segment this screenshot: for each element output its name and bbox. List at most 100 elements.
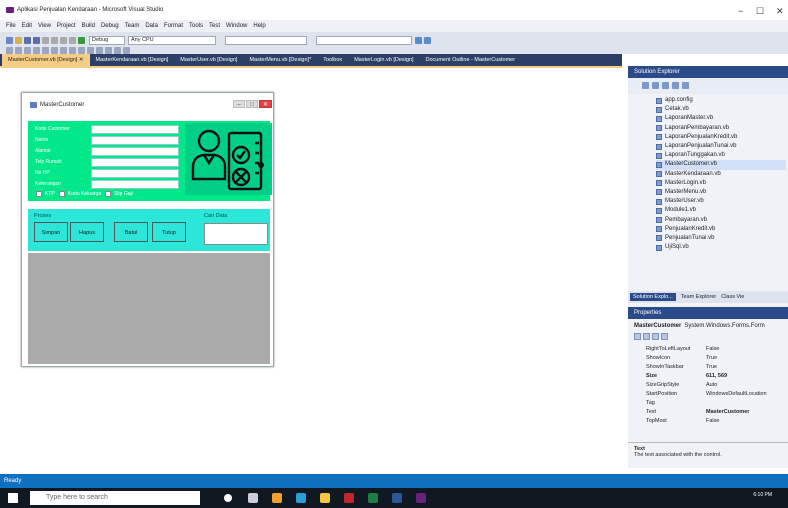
firefox-icon[interactable]: [272, 493, 282, 503]
tree-item[interactable]: LaporanMaster.vb: [656, 114, 786, 123]
visual-studio-icon[interactable]: [416, 493, 426, 503]
alphabetical-icon[interactable]: [643, 333, 650, 340]
tree-item[interactable]: LaporanPembayaran.vb: [656, 124, 786, 133]
tree-item[interactable]: UjiSql.vb: [656, 243, 786, 252]
property-row[interactable]: Text MasterCustomer: [646, 409, 786, 418]
menu-project[interactable]: Project: [57, 23, 76, 29]
tab-solution-explorer[interactable]: Solution Explo...: [630, 293, 676, 301]
kode-customer-input[interactable]: [91, 125, 179, 134]
tree-item[interactable]: app.config: [656, 96, 786, 105]
tab-document-outline[interactable]: Document Outline - MasterCustomer: [420, 54, 522, 66]
undo-icon[interactable]: [60, 36, 67, 44]
align-top-icon[interactable]: [33, 46, 40, 54]
tree-item[interactable]: MasterUser.vb: [656, 197, 786, 206]
tab-order-icon[interactable]: [123, 46, 130, 54]
no-hp-input[interactable]: [91, 169, 179, 178]
tab-toolbox[interactable]: Toolbox: [317, 54, 348, 66]
form-close-button[interactable]: ✕: [259, 100, 272, 108]
task-view-icon[interactable]: [248, 493, 258, 503]
tree-item-selected[interactable]: MasterCustomer.vb: [656, 160, 786, 170]
center-vertical-icon[interactable]: [96, 46, 103, 54]
tab-masterlogin[interactable]: MasterLogin.vb [Design]: [348, 54, 419, 66]
align-middle-icon[interactable]: [42, 46, 49, 54]
open-icon[interactable]: [15, 36, 22, 44]
menu-edit[interactable]: Edit: [22, 23, 32, 29]
keterangan-input[interactable]: [91, 180, 179, 189]
file-explorer-icon[interactable]: [320, 493, 330, 503]
tree-item[interactable]: LaporanPenjualanTunai.vb: [656, 142, 786, 151]
close-button[interactable]: ✕: [776, 6, 784, 17]
tab-class-view[interactable]: Class Vie: [721, 294, 744, 300]
nama-input[interactable]: [91, 136, 179, 145]
events-icon[interactable]: [661, 333, 668, 340]
collapse-icon[interactable]: [672, 82, 679, 89]
start-icon[interactable]: [78, 36, 85, 44]
menu-team[interactable]: Team: [125, 23, 140, 29]
tree-item[interactable]: LaporanTunggakan.vb: [656, 151, 786, 160]
property-row[interactable]: ShowIcon True: [646, 355, 786, 364]
slip-gaji-checkbox[interactable]: [105, 191, 112, 197]
spacing-icon[interactable]: [78, 46, 85, 54]
align-right-icon[interactable]: [24, 46, 31, 54]
platform-dropdown[interactable]: Any CPU: [128, 35, 216, 45]
excel-icon[interactable]: [368, 493, 378, 503]
minimize-button[interactable]: −: [738, 6, 743, 16]
cut-icon[interactable]: [42, 36, 49, 44]
tab-masterkendaraan[interactable]: MasterKendaraan.vb [Design]: [90, 54, 175, 66]
properties-view-icon[interactable]: [652, 333, 659, 340]
form-maximize-button[interactable]: □: [246, 100, 258, 108]
save-all-icon[interactable]: [33, 36, 40, 44]
tree-item[interactable]: MasterMenu.vb: [656, 188, 786, 197]
find-icon[interactable]: [415, 36, 422, 44]
property-row[interactable]: ShowInTaskbar True: [646, 364, 786, 373]
tree-item[interactable]: MasterKendaraan.vb: [656, 170, 786, 179]
tab-masteruser[interactable]: MasterUser.vb [Design]: [174, 54, 243, 66]
new-project-icon[interactable]: [6, 36, 13, 44]
align-center-icon[interactable]: [15, 46, 22, 54]
word-icon[interactable]: [392, 493, 402, 503]
same-width-icon[interactable]: [60, 46, 67, 54]
cari-data-input[interactable]: [204, 223, 268, 245]
tab-mastermenu[interactable]: MasterMenu.vb [Design]*: [243, 54, 317, 66]
taskbar-search-input[interactable]: Type here to search: [30, 491, 200, 505]
menu-window[interactable]: Window: [226, 23, 247, 29]
property-row[interactable]: RightToLeftLayout False: [646, 346, 786, 355]
redo-icon[interactable]: [69, 36, 76, 44]
menu-build[interactable]: Build: [82, 23, 95, 29]
save-icon[interactable]: [24, 36, 31, 44]
properties-icon[interactable]: [682, 82, 689, 89]
tree-item[interactable]: PenjualanTunai.vb: [656, 234, 786, 243]
cortana-icon[interactable]: [224, 494, 232, 502]
form-mastercustomer[interactable]: MasterCustomer – □ ✕ Kode Customer Nama …: [21, 92, 274, 367]
same-height-icon[interactable]: [69, 46, 76, 54]
telp-rumah-input[interactable]: [91, 158, 179, 167]
menu-format[interactable]: Format: [164, 23, 183, 29]
property-row[interactable]: TopMost False: [646, 418, 786, 427]
access-icon[interactable]: [344, 493, 354, 503]
tree-item[interactable]: Pembayaran.vb: [656, 215, 786, 224]
menu-view[interactable]: View: [38, 23, 51, 29]
tree-item[interactable]: Cetak.vb: [656, 105, 786, 114]
clock-time[interactable]: 6:10 PM: [753, 492, 772, 498]
sync-icon[interactable]: [652, 82, 659, 89]
categorized-icon[interactable]: [634, 333, 641, 340]
tree-item[interactable]: Module1.vb: [656, 206, 786, 215]
form-minimize-button[interactable]: –: [233, 100, 245, 108]
align-bottom-icon[interactable]: [51, 46, 58, 54]
copy-icon[interactable]: [51, 36, 58, 44]
property-row[interactable]: StartPosition WindowsDefaultLocation: [646, 391, 786, 400]
menu-debug[interactable]: Debug: [101, 23, 119, 29]
center-horizontal-icon[interactable]: [87, 46, 94, 54]
menu-data[interactable]: Data: [145, 23, 158, 29]
property-row[interactable]: SizeGripStyle Auto: [646, 382, 786, 391]
menu-test[interactable]: Test: [209, 23, 220, 29]
align-left-icon[interactable]: [6, 46, 13, 54]
send-back-icon[interactable]: [114, 46, 121, 54]
hapus-button[interactable]: Hapus: [70, 222, 104, 242]
tree-item[interactable]: LaporanPenjualanKredit.vb: [656, 133, 786, 142]
bring-front-icon[interactable]: [105, 46, 112, 54]
batal-button[interactable]: Batal: [114, 222, 148, 242]
kartu-keluarga-checkbox[interactable]: [58, 191, 65, 197]
properties-object-selector[interactable]: MasterCustomer System.Windows.Forms.Form: [628, 321, 788, 331]
tutup-button[interactable]: Tutup: [152, 222, 186, 242]
